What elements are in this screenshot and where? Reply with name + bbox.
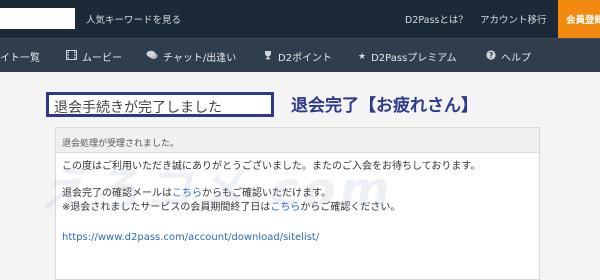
result-panel: 退会処理が受理されました。 この度はご利用いただき誠にありがとうございました。ま… xyxy=(55,127,540,280)
confirmation-mail-link[interactable]: こちら xyxy=(172,188,202,199)
confirmation-mail-message: 退会完了の確認メールはこちらからもご確認いただけます。 xyxy=(62,187,539,201)
account-migration-link[interactable]: アカウント移行 xyxy=(480,12,547,26)
top-bar: 人気キーワードを見る D2Passとは？ アカウント移行 会員登録 xyxy=(0,0,600,38)
completion-title-box: 退会手続きが完了しました xyxy=(46,92,274,117)
star-icon: ★ xyxy=(358,51,367,62)
membership-end-message: ※退会されましたサービスの会員期間終了日はこちらからご確認ください。 xyxy=(62,201,539,215)
search-input[interactable] xyxy=(0,8,75,29)
question-icon: ? xyxy=(486,50,496,63)
message-text: からご確認ください。 xyxy=(300,202,401,213)
nav-item-site-list[interactable]: イト一覧 xyxy=(0,49,40,64)
thank-you-message: この度はご利用いただき誠にありがとうございました。またのご入会をお待ちしておりま… xyxy=(62,161,481,172)
nav-item-premium[interactable]: ★ D2Passプレミアム xyxy=(358,49,457,65)
message-text: 退会完了の確認メールは xyxy=(62,188,172,199)
completion-caption: 退会完了【お疲れさん】 xyxy=(291,96,478,116)
popular-keywords-link[interactable]: 人気キーワードを見る xyxy=(86,12,181,26)
nav-item-d2-points[interactable]: D2ポイント xyxy=(263,49,332,64)
nav-item-label: D2ポイント xyxy=(278,53,333,64)
panel-header: 退会処理が受理されました。 xyxy=(56,128,539,153)
register-button[interactable]: 会員登録 xyxy=(558,0,600,38)
nav-item-label: ムービー xyxy=(82,53,122,64)
membership-end-link[interactable]: こちら xyxy=(270,202,300,213)
svg-text:?: ? xyxy=(489,51,493,60)
about-d2pass-link[interactable]: D2Passとは？ xyxy=(405,12,468,26)
nav-item-chat[interactable]: チャット/出逢い xyxy=(146,49,236,64)
trophy-icon xyxy=(263,50,273,63)
nav-item-label: D2Passプレミアム xyxy=(371,53,457,64)
nav-item-label: イト一覧 xyxy=(0,53,40,64)
nav-item-movie[interactable]: ムービー xyxy=(66,49,122,64)
panel-body: この度はご利用いただき誠にありがとうございました。またのご入会をお待ちしておりま… xyxy=(56,153,539,245)
message-text: ※退会されましたサービスの会員期間終了日は xyxy=(62,202,271,213)
nav-item-label: ヘルプ xyxy=(501,53,531,64)
sitelist-url-link[interactable]: https://www.d2pass.com/account/download/… xyxy=(62,231,539,245)
film-icon xyxy=(66,50,77,63)
main-content: 退会手続きが完了しました 退会完了【お疲れさん】 退会処理が受理されました。 こ… xyxy=(0,72,600,280)
main-nav: イト一覧 ムービー チャット/出逢い D2ポイント ★ D2Passプレミアム … xyxy=(0,38,600,72)
nav-item-label: チャット/出逢い xyxy=(163,53,237,64)
chat-icon xyxy=(146,50,158,63)
message-text: からもご確認いただけます。 xyxy=(202,188,331,199)
nav-item-help[interactable]: ? ヘルプ xyxy=(486,49,531,64)
